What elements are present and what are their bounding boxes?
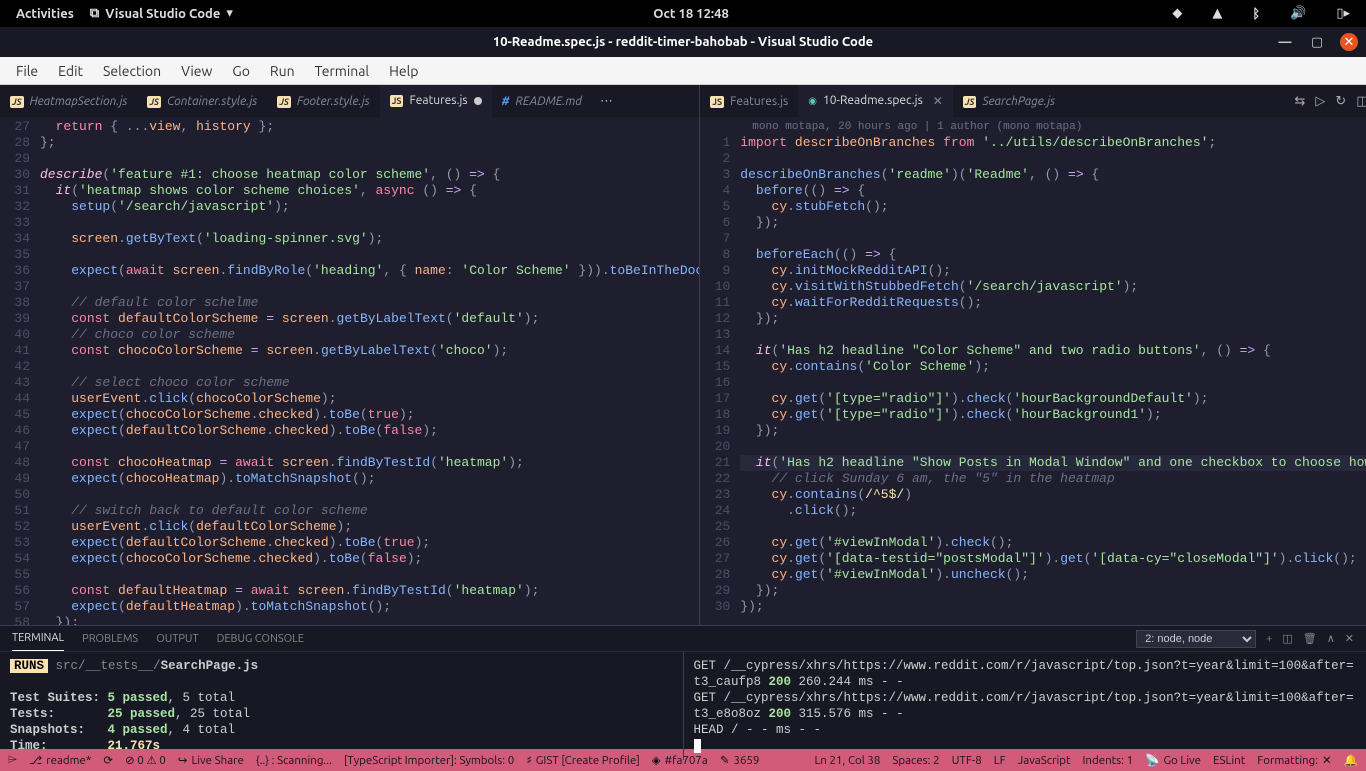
panel-tab-problems[interactable]: PROBLEMS (82, 627, 138, 651)
close-panel-icon[interactable]: ✕ (1345, 632, 1354, 645)
split-terminal-icon[interactable]: ◫ (1282, 632, 1292, 645)
tab-footerstyle[interactable]: Footer.style.js (267, 85, 379, 117)
menu-edit[interactable]: Edit (48, 59, 93, 83)
menu-terminal[interactable]: Terminal (305, 59, 380, 83)
status-bell-icon[interactable]: 🔔 (1344, 753, 1358, 767)
shield-icon[interactable]: ◆ (1172, 6, 1182, 21)
refresh-icon[interactable]: ↻ (1335, 94, 1346, 109)
bluetooth-icon[interactable]: ᛒ (1252, 6, 1260, 21)
panel-tab-debug[interactable]: DEBUG CONSOLE (217, 627, 304, 651)
app-menu[interactable]: ⧉ Visual Studio Code ▾ (90, 6, 233, 21)
split-icon[interactable]: ◫ (1356, 94, 1366, 109)
status-scanning[interactable]: {..} : Scanning... (256, 754, 332, 767)
minimize-button[interactable]: — (1276, 33, 1294, 51)
js-icon (147, 95, 161, 108)
editor-right[interactable]: 1234567891011121314151617181920212223242… (700, 117, 1366, 625)
status-remote[interactable]: ⌲ (8, 753, 17, 767)
window-titlebar: 10-Readme.spec.js - reddit-timer-bahobab… (0, 27, 1366, 57)
close-button[interactable]: ✕ (1340, 33, 1358, 51)
status-branch[interactable]: ⎇ readme* (29, 753, 91, 767)
editor-group-right: Features.js 10-Readme.spec.js✕ SearchPag… (699, 85, 1366, 625)
system-tray: ◆ ▲ ᛒ 🔊 ▯▸ (1164, 6, 1358, 21)
status-gist[interactable]: ♯ GIST [Create Profile] (526, 753, 640, 767)
battery-icon[interactable]: ▯▸ (1336, 6, 1350, 21)
wifi-icon[interactable]: ▲ (1212, 6, 1222, 21)
editor-group-left: HeatmapSection.js Container.style.js Foo… (0, 85, 699, 625)
window-title: 10-Readme.spec.js - reddit-timer-bahobab… (493, 35, 873, 49)
tab-containerstyle[interactable]: Container.style.js (137, 85, 267, 117)
menu-view[interactable]: View (171, 59, 222, 83)
status-golive[interactable]: 📡 Go Live (1145, 753, 1201, 767)
tab-bar-left: HeatmapSection.js Container.style.js Foo… (0, 85, 699, 117)
tab-readme-spec[interactable]: 10-Readme.spec.js✕ (798, 85, 953, 117)
bottom-panel: TERMINAL PROBLEMS OUTPUT DEBUG CONSOLE 2… (0, 625, 1366, 749)
terminal-select[interactable]: 2: node, node (1136, 630, 1256, 648)
status-problems[interactable]: ⊘ 0 ⚠ 0 (125, 753, 166, 767)
tab-heatmapsection[interactable]: HeatmapSection.js (0, 85, 137, 117)
dirty-dot-icon (474, 97, 482, 105)
panel-tab-output[interactable]: OUTPUT (156, 627, 198, 651)
js-icon (10, 95, 24, 108)
menu-file[interactable]: File (6, 59, 48, 83)
status-encoding[interactable]: UTF-8 (952, 754, 982, 767)
run-icon[interactable]: ▷ (1315, 94, 1325, 109)
status-eol[interactable]: LF (994, 754, 1006, 767)
terminal-left[interactable]: RUNS src/__tests__/SearchPage.js Test Su… (0, 652, 683, 760)
volume-icon[interactable]: 🔊 (1290, 6, 1306, 21)
menu-selection[interactable]: Selection (93, 59, 171, 83)
status-liveshare[interactable]: ↪ Live Share (178, 753, 244, 767)
system-topbar: Activities ⧉ Visual Studio Code ▾ Oct 18… (0, 0, 1366, 27)
tab-bar-right: Features.js 10-Readme.spec.js✕ SearchPag… (700, 85, 1366, 117)
status-chars[interactable]: ✎ 3659 (720, 753, 760, 767)
status-indents[interactable]: Indents: 1 (1082, 754, 1133, 767)
maximize-button[interactable]: ▢ (1308, 33, 1326, 51)
status-language[interactable]: JavaScript (1018, 754, 1071, 767)
status-spaces[interactable]: Spaces: 2 (892, 754, 939, 767)
status-eslint[interactable]: ESLint (1213, 754, 1245, 767)
terminal-right[interactable]: GET /__cypress/xhrs/https://www.reddit.c… (683, 652, 1366, 760)
tab-readme[interactable]: README.md (492, 85, 592, 117)
kill-terminal-icon[interactable]: 🗑 (1303, 632, 1317, 645)
status-formatting[interactable]: Formatting: ✕ (1257, 753, 1331, 767)
vscode-icon: ⧉ (90, 6, 99, 21)
status-sync[interactable]: ⟳ (103, 753, 113, 767)
js-icon (963, 95, 977, 108)
collapse-icon[interactable]: ∧ (1327, 632, 1335, 645)
status-color[interactable]: ◈ #fa707a (652, 753, 708, 767)
tab-features[interactable]: Features.js (380, 85, 492, 117)
line-gutter: 1234567891011121314151617181920212223242… (700, 117, 740, 625)
code-content[interactable]: return { ...view, history };}; describe(… (40, 117, 699, 625)
code-content[interactable]: mono motapa, 20 hours ago | 1 author (mo… (740, 117, 1366, 625)
status-tsimporter[interactable]: [TypeScript Importer]: Symbols: 0 (344, 754, 514, 767)
tab-features-r[interactable]: Features.js (700, 85, 798, 117)
status-cursor-pos[interactable]: Ln 21, Col 38 (814, 754, 880, 767)
terminal-cursor (694, 739, 701, 753)
line-gutter: 2728293031323334353637383940414243444546… (0, 117, 40, 625)
js-icon (277, 95, 291, 108)
chevron-down-icon: ▾ (226, 6, 233, 21)
editor-left[interactable]: 2728293031323334353637383940414243444546… (0, 117, 699, 625)
compare-icon[interactable]: ⇆ (1294, 94, 1305, 109)
tab-searchpage[interactable]: SearchPage.js (953, 85, 1065, 117)
panel-tabs: TERMINAL PROBLEMS OUTPUT DEBUG CONSOLE 2… (0, 626, 1366, 652)
js-icon (390, 94, 404, 107)
activities-button[interactable]: Activities (16, 7, 74, 21)
new-terminal-icon[interactable]: + (1266, 633, 1272, 645)
panel-tab-terminal[interactable]: TERMINAL (12, 626, 64, 651)
markdown-icon (502, 95, 510, 108)
clock[interactable]: Oct 18 12:48 (653, 7, 729, 21)
cypress-icon (808, 94, 817, 107)
menu-bar: File Edit Selection View Go Run Terminal… (0, 57, 1366, 85)
close-icon[interactable]: ✕ (933, 94, 943, 108)
menu-run[interactable]: Run (260, 59, 305, 83)
tab-overflow[interactable]: ⋯ (592, 94, 621, 109)
menu-go[interactable]: Go (222, 59, 259, 83)
menu-help[interactable]: Help (379, 59, 428, 83)
js-icon (710, 95, 724, 108)
